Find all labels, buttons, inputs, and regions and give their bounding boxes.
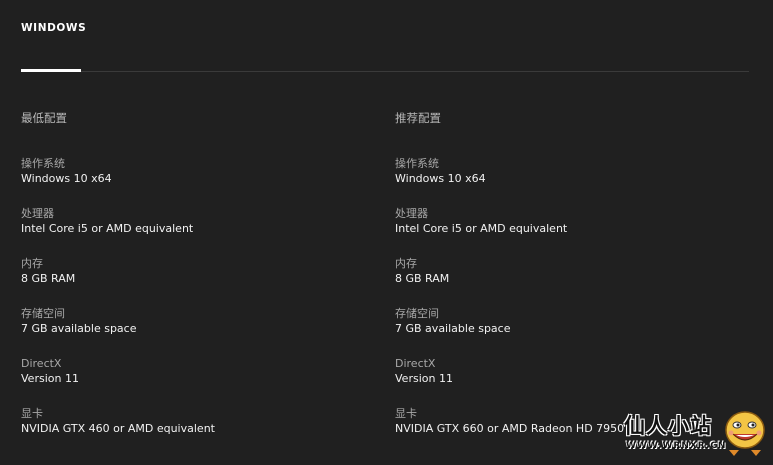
spec-value: 8 GB RAM bbox=[21, 272, 76, 285]
tab-divider bbox=[21, 71, 749, 72]
tab-windows[interactable]: WINDOWS bbox=[21, 22, 86, 34]
spec-value: NVIDIA GTX 460 or AMD equivalent bbox=[21, 422, 215, 435]
active-tab-indicator bbox=[21, 69, 81, 72]
spec-value: Intel Core i5 or AMD equivalent bbox=[21, 222, 194, 235]
spec-storage: 存储空间 7 GB available space bbox=[395, 306, 635, 356]
spec-label: 存储空间 bbox=[395, 307, 439, 320]
minimum-requirements-heading: 最低配置 bbox=[21, 111, 67, 125]
spec-value: NVIDIA GTX 660 or AMD Radeon HD 7950 bbox=[395, 422, 625, 435]
spec-value: Intel Core i5 or AMD equivalent bbox=[395, 222, 568, 235]
spec-label: DirectX bbox=[395, 357, 436, 370]
spec-label: 显卡 bbox=[21, 407, 43, 420]
spec-os: 操作系统 Windows 10 x64 bbox=[21, 156, 371, 206]
spec-label: 处理器 bbox=[395, 207, 428, 220]
spec-label: 内存 bbox=[395, 257, 417, 270]
spec-processor: 处理器 Intel Core i5 or AMD equivalent bbox=[395, 206, 635, 256]
spec-memory: 内存 8 GB RAM bbox=[395, 256, 635, 306]
minimum-requirements-column: 最低配置 操作系统 Windows 10 x64 处理器 Intel Core … bbox=[21, 110, 371, 456]
spec-processor: 处理器 Intel Core i5 or AMD equivalent bbox=[21, 206, 371, 256]
spec-graphics: 显卡 NVIDIA GTX 460 or AMD equivalent bbox=[21, 406, 371, 456]
spec-label: 操作系统 bbox=[395, 157, 439, 170]
spec-memory: 内存 8 GB RAM bbox=[21, 256, 371, 306]
spec-value: 8 GB RAM bbox=[395, 272, 450, 285]
spec-graphics: 显卡 NVIDIA GTX 660 or AMD Radeon HD 7950 bbox=[395, 406, 635, 456]
spec-value: Windows 10 x64 bbox=[395, 172, 486, 185]
spec-value: Version 11 bbox=[395, 372, 453, 385]
spec-label: 操作系统 bbox=[21, 157, 65, 170]
spec-directx: DirectX Version 11 bbox=[395, 356, 635, 406]
recommended-requirements-column: 推荐配置 操作系统 Windows 10 x64 处理器 Intel Core … bbox=[395, 110, 635, 456]
spec-label: 处理器 bbox=[21, 207, 54, 220]
spec-value: Version 11 bbox=[21, 372, 79, 385]
watermark-url: WWW.WRNXR.CN bbox=[626, 441, 727, 451]
site-watermark: 仙人小站 WWW.WRNXR.CN bbox=[620, 404, 773, 465]
spec-value: 7 GB available space bbox=[395, 322, 511, 335]
spec-label: 显卡 bbox=[395, 407, 417, 420]
recommended-requirements-heading: 推荐配置 bbox=[395, 111, 441, 125]
spec-label: 存储空间 bbox=[21, 307, 65, 320]
smiley-face-icon bbox=[725, 411, 765, 456]
spec-label: 内存 bbox=[21, 257, 43, 270]
spec-storage: 存储空间 7 GB available space bbox=[21, 306, 371, 356]
spec-value: Windows 10 x64 bbox=[21, 172, 112, 185]
spec-value: 7 GB available space bbox=[21, 322, 137, 335]
watermark-title: 仙人小站 bbox=[624, 414, 712, 438]
platform-tab-bar: WINDOWS bbox=[21, 0, 749, 72]
spec-os: 操作系统 Windows 10 x64 bbox=[395, 156, 635, 206]
spec-label: DirectX bbox=[21, 357, 62, 370]
spec-directx: DirectX Version 11 bbox=[21, 356, 371, 406]
